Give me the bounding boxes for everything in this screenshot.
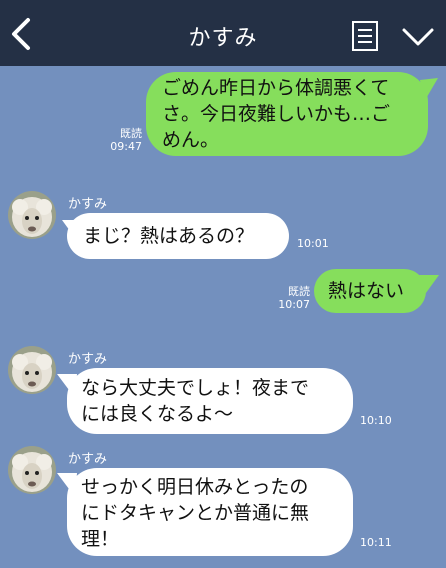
document-list-icon — [352, 21, 378, 51]
message-bubble-outgoing[interactable]: ごめん昨日から体調悪くて さ。今日夜難しいかも…ご めん。 — [146, 72, 428, 156]
sheep-avatar-icon — [8, 346, 56, 394]
message-bubble-outgoing[interactable]: 熱はない — [314, 269, 426, 313]
read-receipt: 既読 — [288, 285, 310, 298]
collapse-button[interactable] — [400, 24, 436, 50]
message-bubble-incoming[interactable]: せっかく明日休みとったの にドタキャンとか普通に無 理！ — [67, 468, 353, 556]
chevron-down-icon — [402, 28, 434, 46]
bubble-tail — [419, 275, 439, 297]
avatar[interactable] — [8, 191, 56, 239]
message-line: まじ？熱はあるの？ — [83, 225, 255, 247]
message-line: なら大丈夫でしょ！夜まで — [81, 377, 310, 399]
message-time: 10:01 — [297, 237, 329, 250]
message-line: ごめん昨日から体調悪くて — [162, 77, 390, 99]
sheep-avatar-icon — [8, 191, 56, 239]
message-line: 熱はない — [328, 280, 405, 302]
message-line: には良くなるよ〜 — [81, 403, 234, 425]
message-time: 09:47 — [110, 140, 142, 153]
message-meta: 既読 09:47 — [100, 127, 142, 153]
message-line: さ。今日夜難しいかも…ご — [162, 103, 391, 125]
avatar[interactable] — [8, 346, 56, 394]
chat-header: かすみ — [0, 0, 446, 66]
avatar[interactable] — [8, 446, 56, 494]
message-line: めん。 — [162, 129, 220, 151]
message-time: 10:10 — [360, 414, 392, 427]
message-time: 10:11 — [360, 536, 392, 549]
message-line: にドタキャンとか普通に無 — [81, 502, 310, 524]
sender-name: かすみ — [68, 352, 108, 367]
sheep-avatar-icon — [8, 446, 56, 494]
sender-name: かすみ — [68, 452, 108, 467]
message-time: 10:07 — [278, 298, 310, 311]
bubble-tail — [420, 78, 438, 102]
read-receipt: 既読 — [120, 127, 142, 140]
message-meta: 既読 10:07 — [268, 285, 310, 311]
message-line: 理！ — [81, 528, 120, 550]
message-bubble-incoming[interactable]: なら大丈夫でしょ！夜まで には良くなるよ〜 — [67, 368, 353, 434]
menu-button[interactable] — [350, 20, 380, 52]
message-bubble-incoming[interactable]: まじ？熱はあるの？ — [67, 213, 289, 259]
message-line: せっかく明日休みとったの — [81, 476, 309, 498]
sender-name: かすみ — [68, 197, 108, 212]
